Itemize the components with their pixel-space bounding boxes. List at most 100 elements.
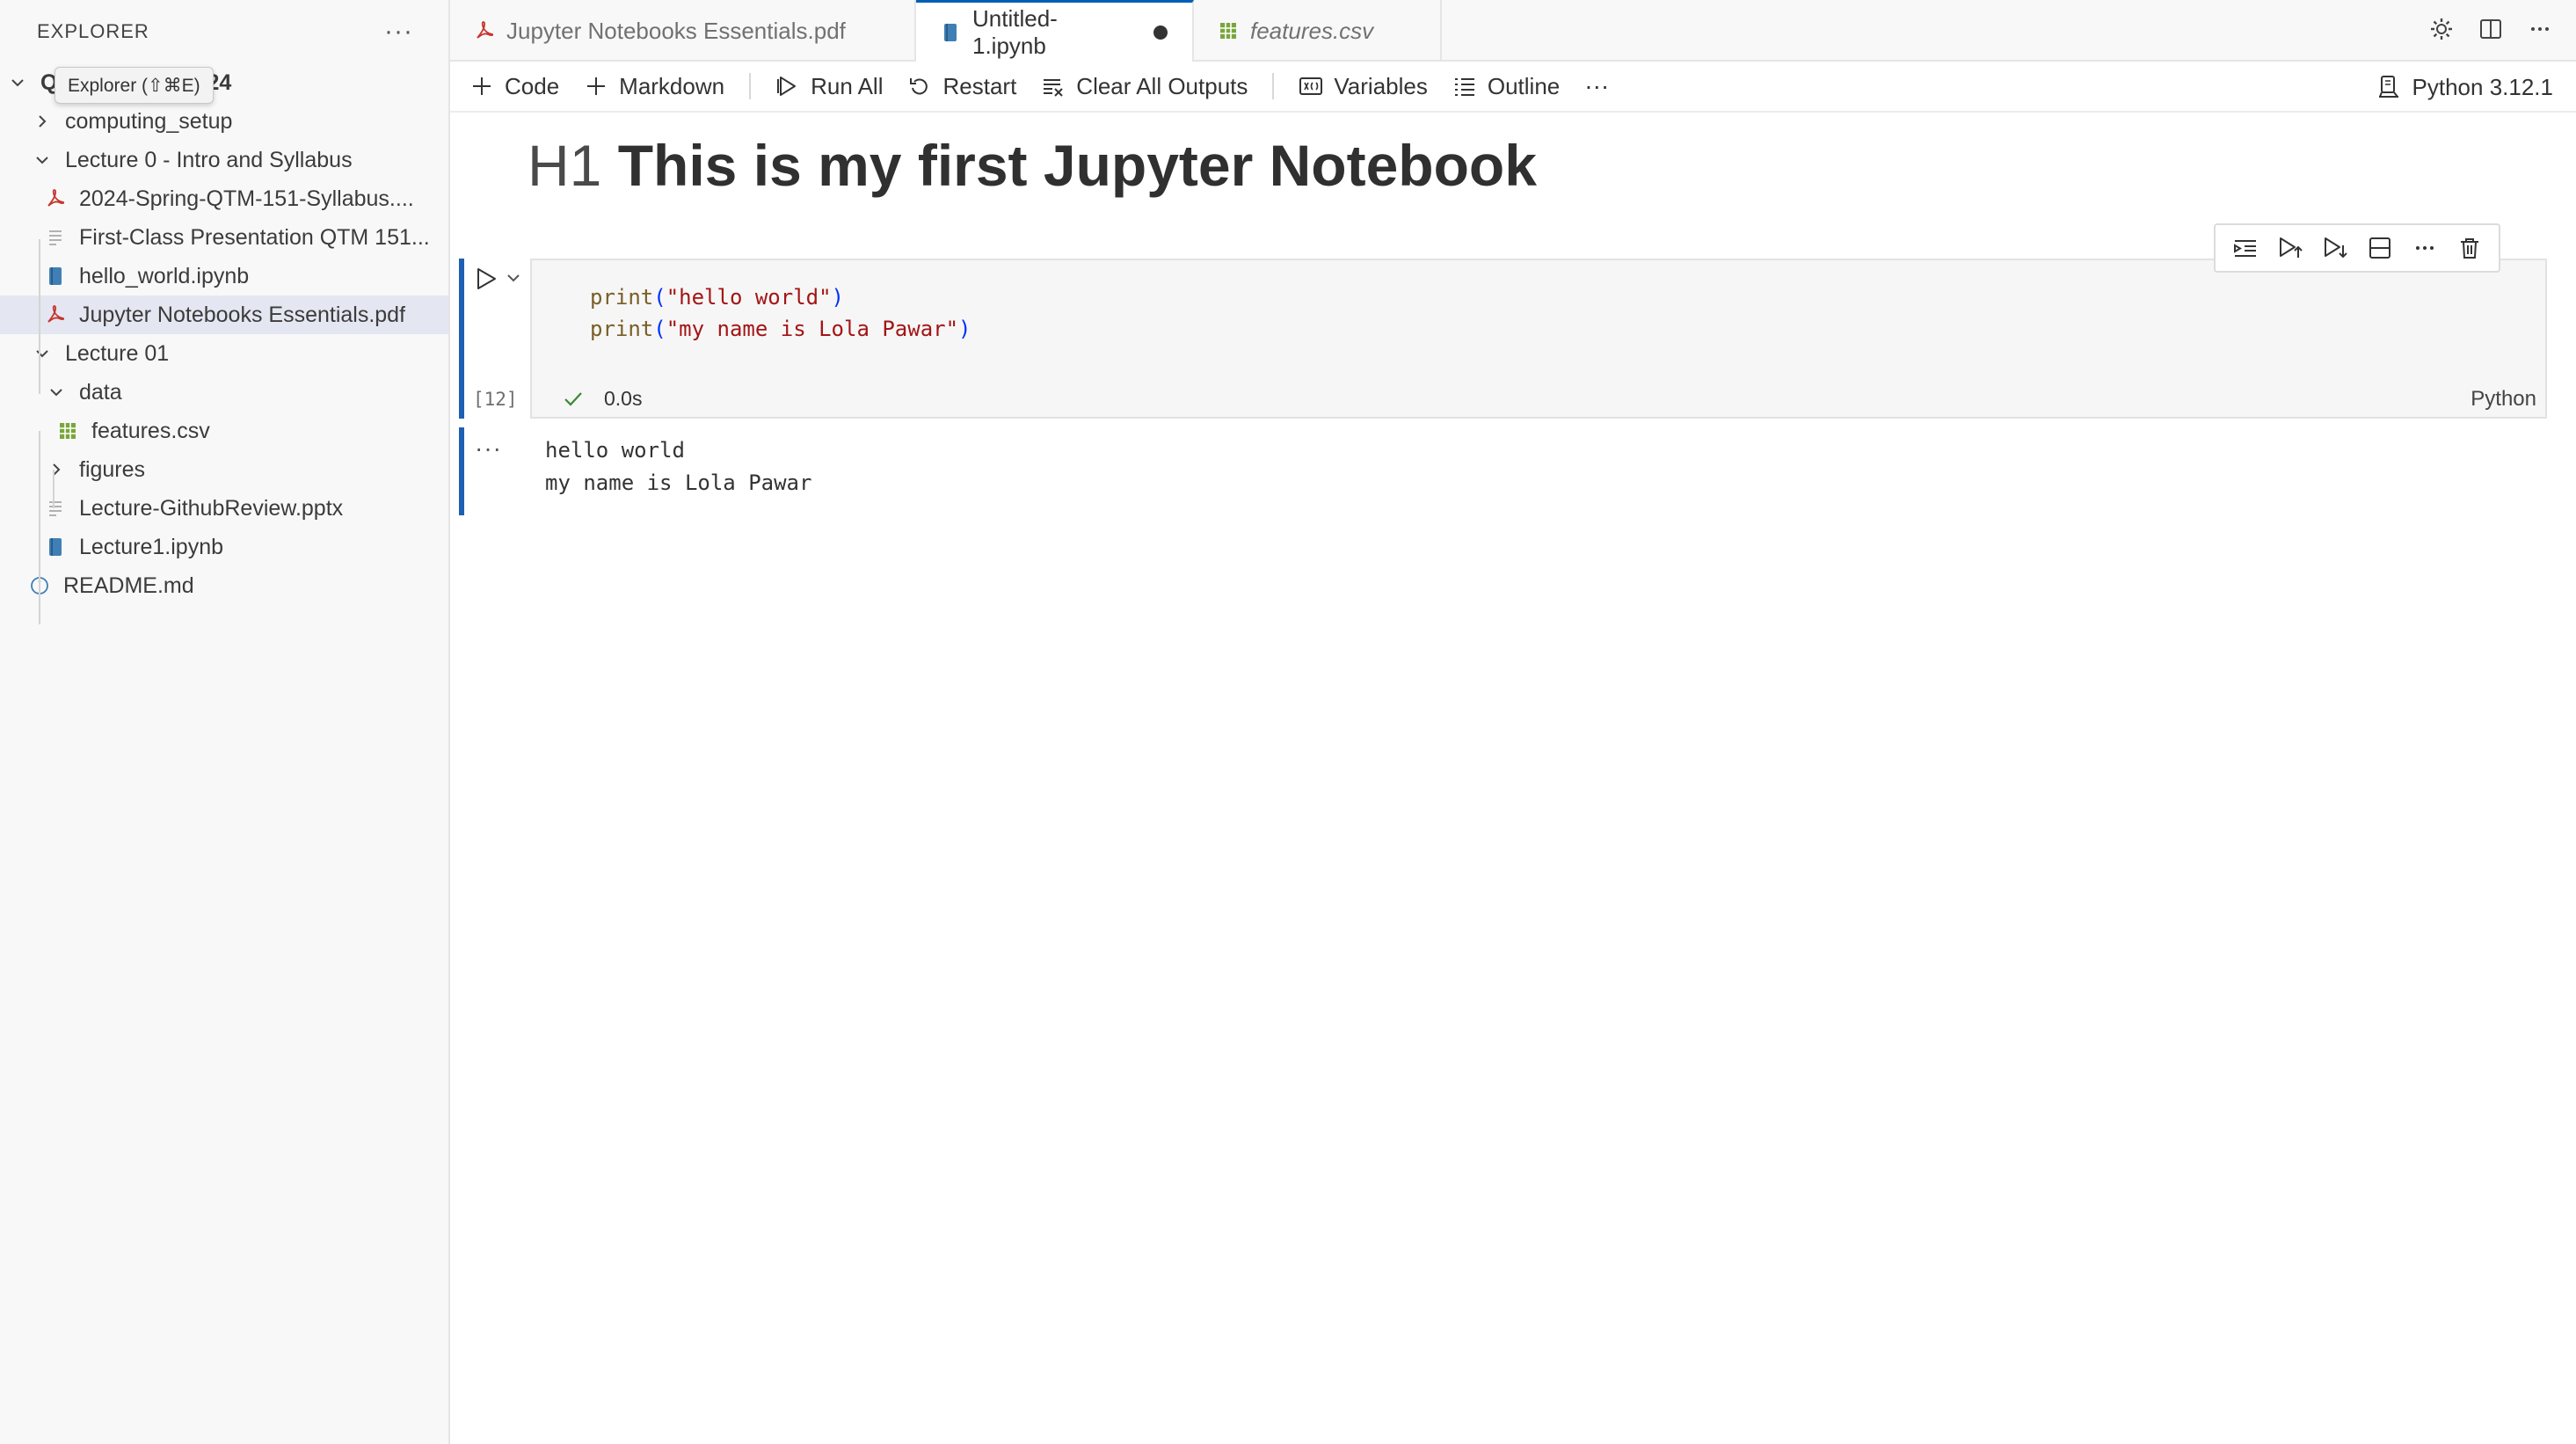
notebook-icon	[941, 22, 960, 43]
run-all-label: Run All	[811, 72, 884, 99]
outline-label: Outline	[1487, 72, 1561, 99]
toolbar-divider	[749, 73, 752, 99]
run-all-button[interactable]: Run All	[763, 67, 895, 106]
chevron-down-icon	[33, 151, 51, 169]
tree-file-syllabus[interactable]: 2024-Spring-QTM-151-Syllabus....	[0, 179, 448, 218]
cell-language-picker[interactable]: Python	[2470, 387, 2536, 412]
add-markdown-label: Markdown	[619, 72, 725, 99]
cell-status: 0.0s	[562, 387, 642, 411]
unsaved-dot-icon[interactable]	[1153, 25, 1168, 40]
outline-icon	[1454, 78, 1474, 96]
code-line: print("hello world")	[590, 281, 971, 313]
tree-folder-data[interactable]: data	[0, 373, 448, 412]
tree-file-hello-world[interactable]: hello_world.ipynb	[0, 257, 448, 295]
run-cell-icon[interactable]	[473, 266, 499, 292]
csv-icon	[1219, 20, 1238, 41]
tree-item-label: Lecture 01	[65, 340, 170, 366]
split-cell-icon[interactable]	[2367, 235, 2393, 261]
output-focus-indicator	[459, 427, 464, 515]
run-all-icon	[777, 77, 797, 96]
code-line: print("my name is Lola Pawar")	[590, 313, 971, 345]
tab-features-csv[interactable]: features.csv	[1194, 0, 1442, 62]
editor-actions	[2428, 0, 2553, 62]
trash-icon[interactable]	[2456, 235, 2483, 261]
tree-folder-figures[interactable]: figures	[0, 450, 448, 489]
more-cell-actions-icon[interactable]	[2412, 235, 2438, 261]
add-code-cell-button[interactable]: Code	[457, 67, 571, 106]
explorer-more-icon[interactable]: ···	[384, 18, 413, 45]
notebook-icon	[46, 266, 65, 287]
tree-item-label: Lecture-GithubReview.pptx	[79, 495, 344, 521]
output-more-icon[interactable]: ···	[475, 434, 502, 463]
pdf-icon	[475, 20, 494, 41]
code-fn: print	[590, 317, 654, 341]
heading-text: This is my first Jupyter Notebook	[617, 133, 1537, 198]
execute-below-icon[interactable]	[2322, 235, 2348, 261]
chevron-down-icon	[9, 74, 26, 91]
split-editor-icon[interactable]	[2478, 16, 2504, 47]
clear-all-outputs-button[interactable]: Clear All Outputs	[1029, 67, 1260, 106]
notebook-icon	[46, 536, 65, 558]
notebook-toolbar: Code Markdown Run All Restart Clear All …	[450, 62, 2576, 113]
kernel-label: Python 3.12.1	[2412, 73, 2553, 100]
chevron-down-icon	[33, 345, 51, 362]
kernel-picker[interactable]: Python 3.12.1	[2377, 62, 2553, 113]
tree-file-lecture1[interactable]: Lecture1.ipynb	[0, 528, 448, 566]
execute-above-icon[interactable]	[2277, 235, 2303, 261]
chevron-down-icon[interactable]	[505, 269, 522, 287]
tree-file-readme[interactable]: README.md	[0, 566, 448, 605]
csv-icon	[58, 420, 77, 441]
cell-output: hello world my name is Lola Pawar	[545, 438, 812, 495]
tab-jupyter-essentials-pdf[interactable]: Jupyter Notebooks Essentials.pdf	[450, 0, 916, 62]
chevron-down-icon	[47, 383, 65, 401]
explorer-header: EXPLORER ···	[0, 0, 448, 63]
tree-file-features-csv[interactable]: features.csv	[0, 412, 448, 450]
variables-icon	[1299, 77, 1323, 95]
code-cell-editor[interactable]: print("hello world") print("my name is L…	[530, 259, 2547, 419]
pdf-icon	[46, 188, 65, 209]
variables-button[interactable]: Variables	[1286, 67, 1439, 106]
code-string: "my name is Lola Pawar"	[666, 317, 959, 341]
variables-label: Variables	[1334, 72, 1428, 99]
tree-file-jupyter-essentials[interactable]: Jupyter Notebooks Essentials.pdf	[0, 295, 448, 334]
code-content[interactable]: print("hello world") print("my name is L…	[590, 281, 971, 345]
check-icon	[564, 391, 582, 406]
tree-folder-lecture-01[interactable]: Lecture 01	[0, 334, 448, 373]
restart-button[interactable]: Restart	[895, 67, 1029, 106]
chevron-right-icon	[33, 113, 51, 130]
tree-folder-computing-setup[interactable]: computing_setup	[0, 102, 448, 141]
tree-file-first-class-presentation[interactable]: First-Class Presentation QTM 151...	[0, 218, 448, 257]
plus-icon	[473, 77, 491, 95]
execution-count: [12]	[473, 389, 518, 410]
tree-item-label: data	[79, 379, 122, 405]
code-paren: (	[653, 285, 666, 310]
add-code-label: Code	[505, 72, 560, 99]
tree-item-label: First-Class Presentation QTM 151...	[79, 224, 430, 250]
run-by-line-icon[interactable]	[2232, 235, 2259, 261]
code-fn: print	[590, 285, 654, 310]
tree-item-label: Lecture 0 - Intro and Syllabus	[65, 147, 353, 172]
more-actions-icon[interactable]	[2527, 16, 2553, 47]
tree-file-github-review[interactable]: Lecture-GithubReview.pptx	[0, 489, 448, 528]
code-string: "hello world"	[666, 285, 832, 310]
tab-label: Untitled-1.ipynb	[972, 4, 1058, 59]
code-paren: (	[653, 317, 666, 341]
more-toolbar-icon[interactable]: ···	[1572, 67, 1621, 106]
toolbar-divider	[1272, 73, 1275, 99]
tree-item-label: features.csv	[91, 418, 210, 443]
restart-label: Restart	[942, 72, 1017, 99]
explorer-tooltip: Explorer (⇧⌘E)	[55, 67, 214, 104]
markdown-heading-cell[interactable]: H1 This is my first Jupyter Notebook	[528, 132, 1537, 199]
outline-button[interactable]: Outline	[1440, 67, 1572, 106]
gear-icon[interactable]	[2428, 16, 2455, 47]
tree-folder-lecture-0[interactable]: Lecture 0 - Intro and Syllabus	[0, 141, 448, 179]
tab-label: Jupyter Notebooks Essentials.pdf	[506, 17, 846, 44]
add-markdown-cell-button[interactable]: Markdown	[571, 67, 737, 106]
tree-item-label: computing_setup	[65, 108, 233, 134]
cell-duration: 0.0s	[604, 387, 643, 410]
tab-untitled-1[interactable]: Untitled-1.ipynb	[916, 0, 1194, 62]
plus-icon	[587, 77, 606, 95]
explorer-sidebar: EXPLORER ··· Q 24 computing_setup Lectur…	[0, 0, 450, 1444]
explorer-title: EXPLORER	[37, 20, 149, 42]
text-file-icon	[46, 227, 65, 248]
